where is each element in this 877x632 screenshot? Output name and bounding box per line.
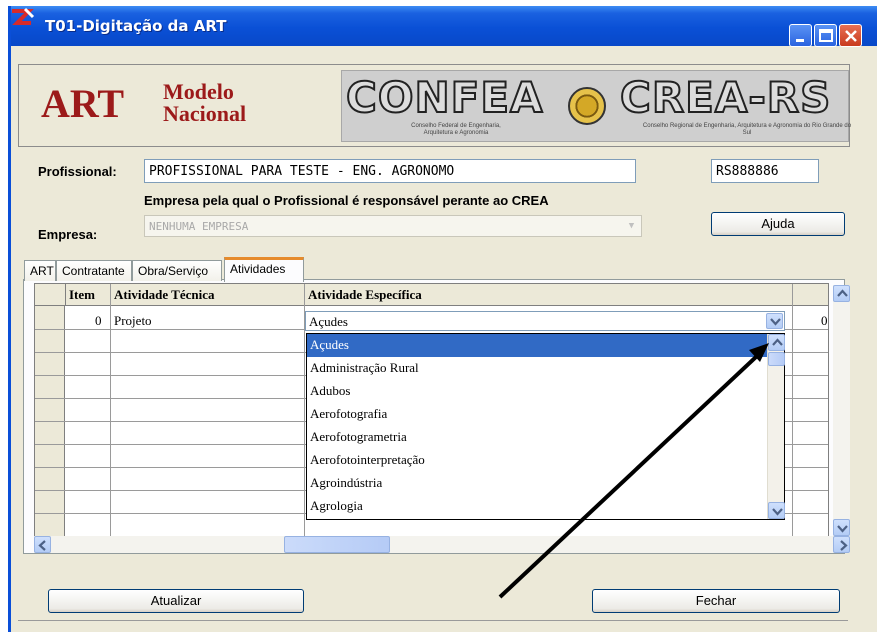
annotation-arrow-icon bbox=[498, 343, 769, 599]
